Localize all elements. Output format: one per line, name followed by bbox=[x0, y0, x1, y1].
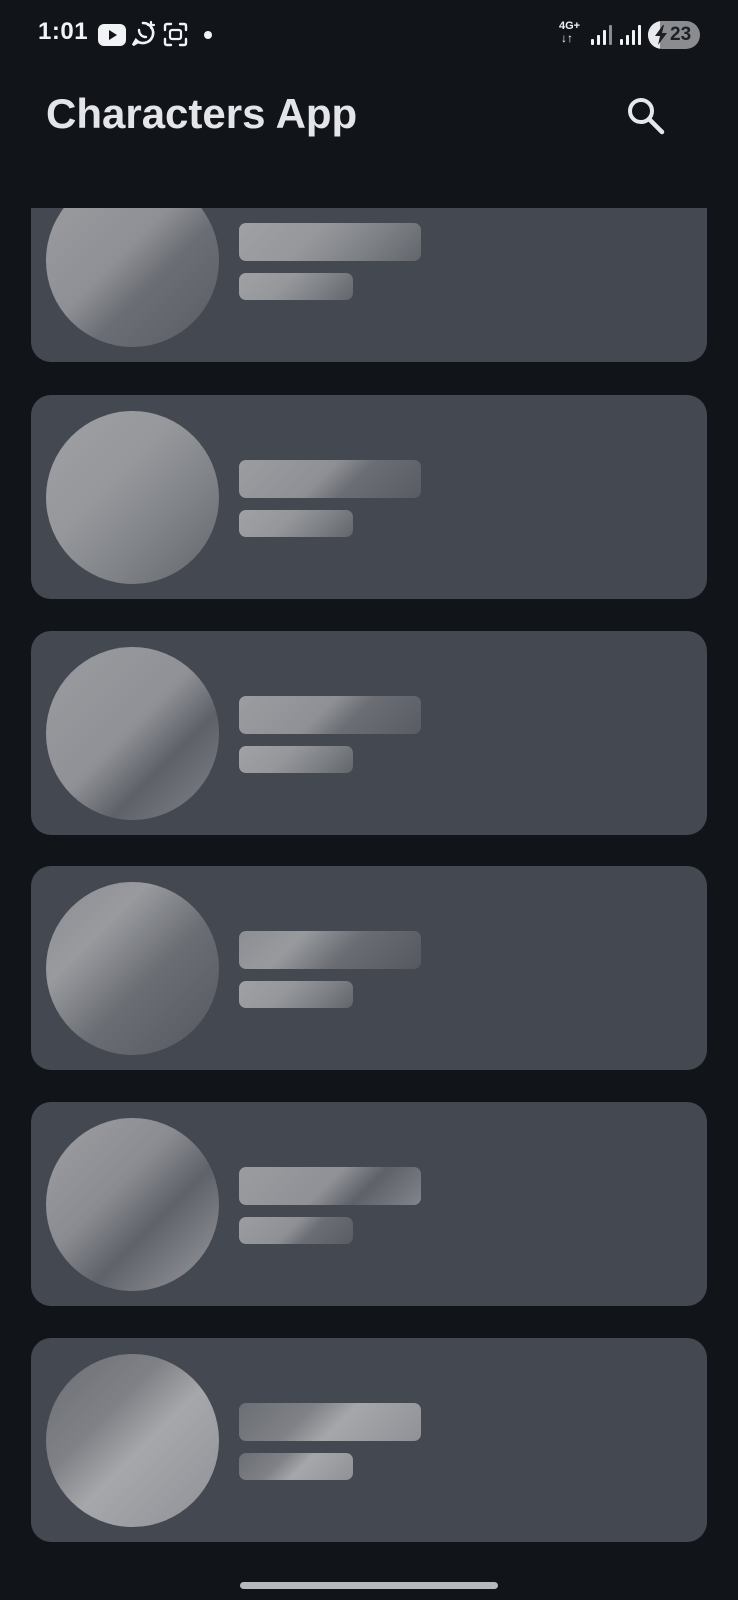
name-placeholder bbox=[239, 1167, 421, 1205]
name-placeholder bbox=[239, 223, 421, 261]
character-card-skeleton[interactable] bbox=[31, 1102, 707, 1306]
subtitle-placeholder bbox=[239, 981, 353, 1008]
name-placeholder bbox=[239, 696, 421, 734]
network-activity-icon: ↓↑ bbox=[561, 31, 573, 45]
page-title: Characters App bbox=[46, 90, 358, 137]
charging-bolt-icon bbox=[655, 25, 667, 45]
name-placeholder bbox=[239, 931, 421, 969]
search-icon bbox=[628, 98, 665, 135]
avatar-placeholder bbox=[46, 647, 219, 820]
signal-icon-sim2 bbox=[620, 25, 641, 45]
screenshot-icon bbox=[163, 22, 188, 47]
character-card-skeleton[interactable] bbox=[31, 395, 707, 599]
signal-icon-sim1 bbox=[591, 25, 612, 45]
avatar-placeholder bbox=[46, 208, 219, 347]
name-placeholder bbox=[239, 1403, 421, 1441]
subtitle-placeholder bbox=[239, 273, 353, 300]
character-card-skeleton[interactable] bbox=[31, 631, 707, 835]
subtitle-placeholder bbox=[239, 1217, 353, 1244]
home-indicator[interactable] bbox=[240, 1582, 498, 1589]
notification-dot bbox=[204, 31, 212, 39]
search-button[interactable] bbox=[622, 92, 670, 140]
status-time: 1:01 bbox=[38, 18, 89, 45]
battery-level: 23 bbox=[670, 24, 692, 45]
subtitle-placeholder bbox=[239, 1453, 353, 1480]
avatar-placeholder bbox=[46, 411, 219, 584]
battery-indicator: 23 bbox=[648, 21, 700, 49]
character-card-skeleton[interactable] bbox=[31, 208, 707, 362]
subtitle-placeholder bbox=[239, 510, 353, 537]
avatar-placeholder bbox=[46, 882, 219, 1055]
name-placeholder bbox=[239, 460, 421, 498]
status-bar: 1:01 4G+ ↓↑ 23 bbox=[0, 0, 738, 72]
subtitle-placeholder bbox=[239, 746, 353, 773]
avatar-placeholder bbox=[46, 1118, 219, 1291]
character-list[interactable] bbox=[0, 208, 738, 1548]
character-card-skeleton[interactable] bbox=[31, 1338, 707, 1542]
youtube-icon bbox=[98, 24, 126, 46]
whatsapp-business-icon bbox=[131, 20, 156, 47]
character-card-skeleton[interactable] bbox=[31, 866, 707, 1070]
avatar-placeholder bbox=[46, 1354, 219, 1527]
